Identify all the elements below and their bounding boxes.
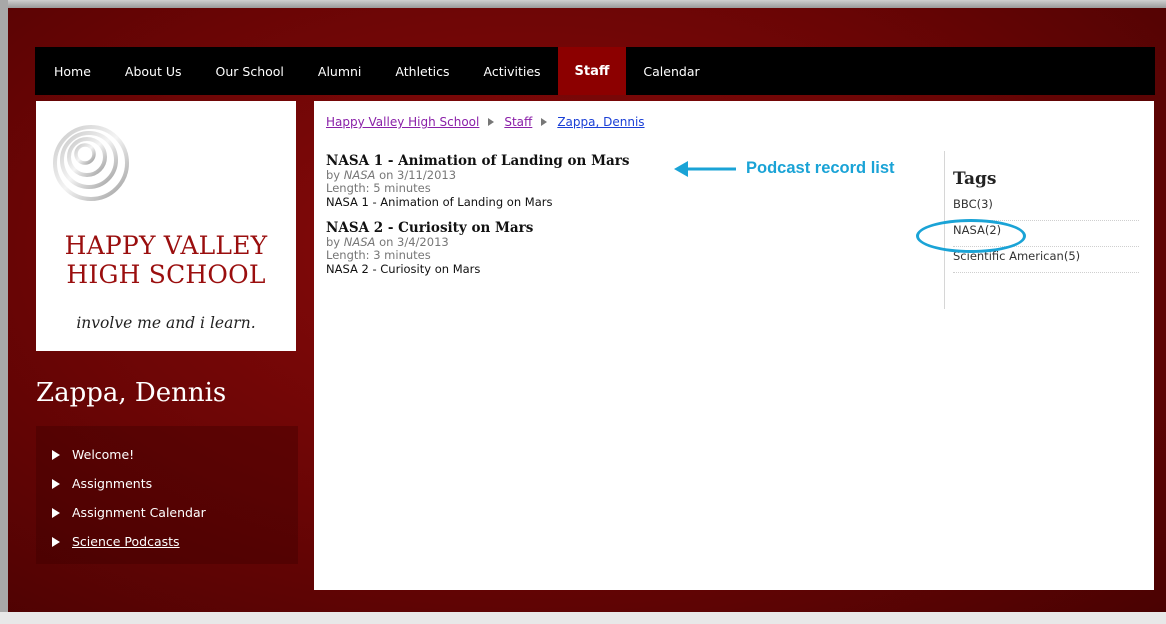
podcast-on: on [379,235,394,249]
arrow-left-icon [674,160,736,177]
side-item-assignments[interactable]: Assignments [36,469,298,498]
side-item-label: Assignments [72,476,153,491]
main-content-panel: Happy Valley High School Staff Zappa, De… [314,101,1154,590]
site-background: Home About Us Our School Alumni Athletic… [8,8,1166,612]
tag-highlight-circle [916,219,1026,253]
podcast-by: by [326,235,341,249]
nav-item-athletics[interactable]: Athletics [378,47,466,95]
podcast-item: NASA 2 - Curiosity on Mars by NASA on 3/… [326,220,666,277]
podcast-title[interactable]: NASA 1 - Animation of Landing on Mars [326,153,666,169]
nav-item-alumni[interactable]: Alumni [301,47,379,95]
side-item-welcome[interactable]: Welcome! [36,440,298,469]
side-item-label: Welcome! [72,447,135,462]
main-nav: Home About Us Our School Alumni Athletic… [35,47,1155,95]
breadcrumb-link-staff[interactable]: Staff [504,115,532,129]
podcast-by: by [326,168,341,182]
nav-item-activities[interactable]: Activities [467,47,558,95]
breadcrumb-separator-icon [541,118,548,126]
side-item-assignment-calendar[interactable]: Assignment Calendar [36,498,298,527]
side-item-label: Assignment Calendar [72,505,206,520]
school-name-line2: HIGH SCHOOL [66,260,266,289]
nav-item-calendar[interactable]: Calendar [626,47,716,95]
side-item-label: Science Podcasts [72,534,180,549]
podcast-date: 3/4/2013 [397,235,449,249]
breadcrumb-link-school[interactable]: Happy Valley High School [326,115,479,129]
podcast-length: Length: 5 minutes [326,181,431,195]
triangle-right-icon [52,449,60,460]
breadcrumb-separator-icon [488,118,495,126]
school-logo-box[interactable]: HAPPY VALLEY HIGH SCHOOL involve me and … [36,101,296,351]
concentric-swirl-logo-icon [53,125,129,201]
nav-item-home[interactable]: Home [35,47,108,95]
breadcrumb-link-teacher[interactable]: Zappa, Dennis [557,115,644,129]
podcast-author: NASA [343,235,376,249]
school-name: HAPPY VALLEY HIGH SCHOOL [36,231,296,289]
window-top-edge [0,0,1166,8]
podcast-list-annotation: Podcast record list [674,159,895,178]
teacher-name-heading: Zappa, Dennis [36,378,227,408]
triangle-right-icon [52,507,60,518]
podcast-on: on [379,168,394,182]
tag-item-bbc[interactable]: BBC(3) [953,195,1139,221]
annotation-label: Podcast record list [746,159,895,177]
window-left-edge [0,0,8,624]
school-name-line1: HAPPY VALLEY [64,231,268,260]
tags-heading: Tags [953,169,997,189]
school-motto: involve me and i learn. [76,314,256,332]
podcast-date: 3/11/2013 [397,168,457,182]
nav-item-our-school[interactable]: Our School [199,47,301,95]
podcast-description: NASA 2 - Curiosity on Mars [326,262,481,276]
window-bottom-edge [0,612,1166,624]
podcast-item: NASA 1 - Animation of Landing on Mars by… [326,153,666,210]
teacher-side-menu: Welcome! Assignments Assignment Calendar… [36,426,298,564]
podcast-author: NASA [343,168,376,182]
breadcrumb: Happy Valley High School Staff Zappa, De… [326,115,645,129]
podcast-title[interactable]: NASA 2 - Curiosity on Mars [326,220,666,236]
podcast-description: NASA 1 - Animation of Landing on Mars [326,195,553,209]
podcast-record-list: NASA 1 - Animation of Landing on Mars by… [326,153,666,287]
nav-item-about-us[interactable]: About Us [108,47,199,95]
triangle-right-icon [52,536,60,547]
side-item-science-podcasts[interactable]: Science Podcasts [36,527,298,556]
podcast-length: Length: 3 minutes [326,248,431,262]
nav-item-staff[interactable]: Staff [557,47,627,95]
triangle-right-icon [52,478,60,489]
